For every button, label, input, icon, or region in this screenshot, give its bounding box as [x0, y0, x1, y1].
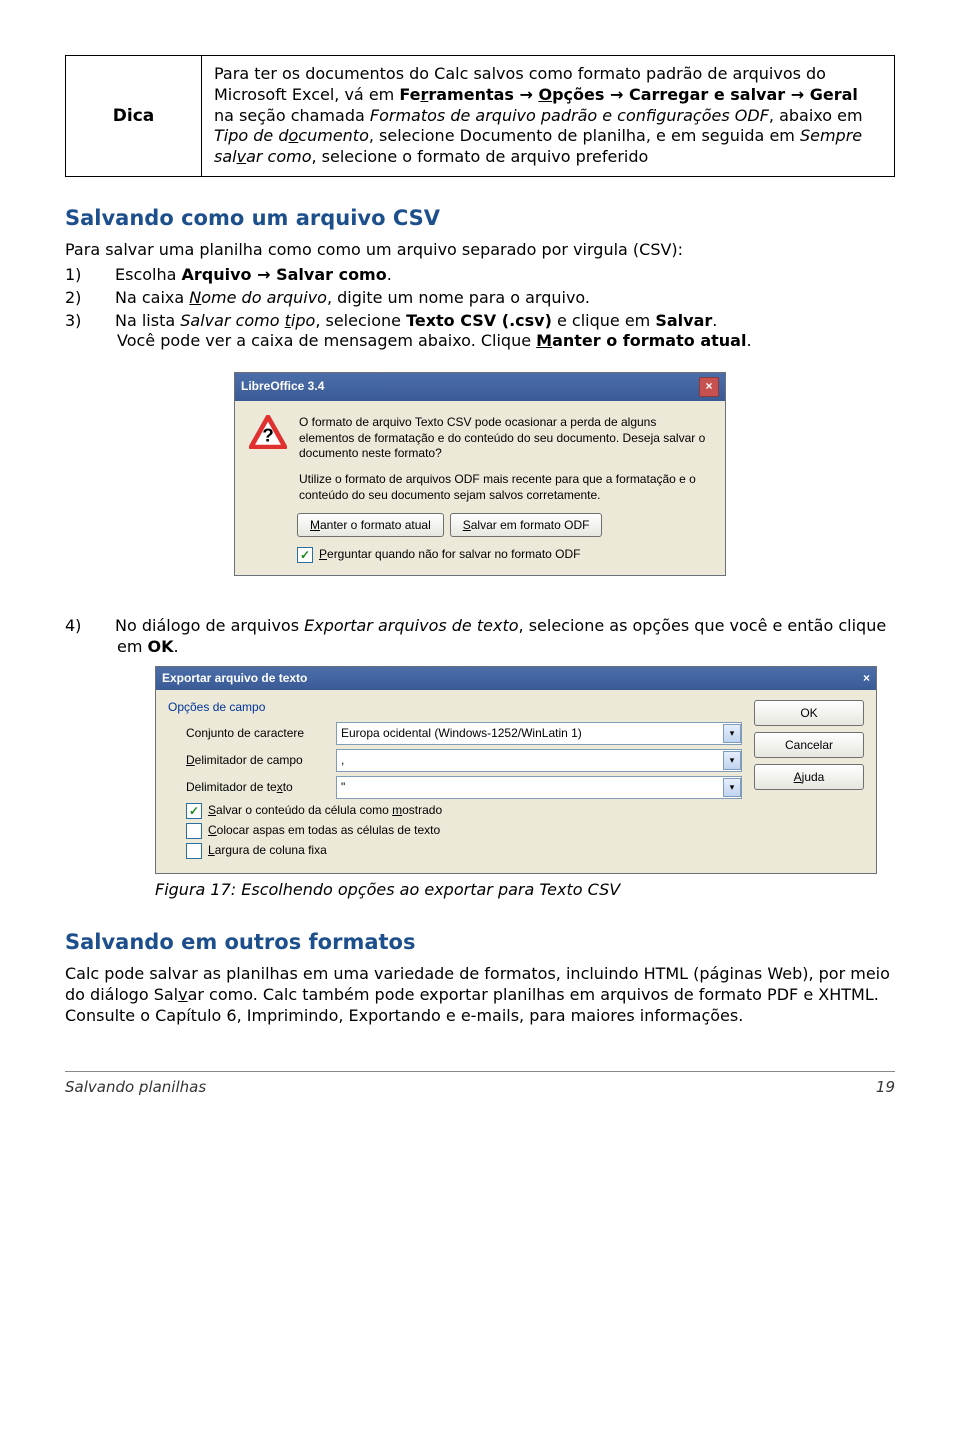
- chevron-down-icon[interactable]: ▾: [723, 724, 741, 743]
- cancel-button[interactable]: Cancelar: [754, 732, 864, 758]
- quote-all-checkbox[interactable]: [186, 823, 202, 839]
- close-icon[interactable]: ×: [863, 671, 870, 687]
- paragraph: Calc pode salvar as planilhas em uma var…: [65, 964, 895, 1026]
- keep-format-button[interactable]: Manter o formato atual: [297, 513, 444, 537]
- tip-label: Dica: [66, 56, 202, 176]
- step-2: 2)Na caixa Nome do arquivo, digite um no…: [91, 288, 895, 309]
- charset-dropdown[interactable]: Europa ocidental (Windows-1252/WinLatin …: [336, 722, 742, 745]
- paragraph: Para salvar uma planilha como como um ar…: [65, 240, 895, 261]
- field-delimiter-label: Delimitador de campo: [168, 753, 336, 769]
- dialog-title: LibreOffice 3.4: [241, 379, 324, 395]
- text: Ferramentas → Opções → Carregar e salvar…: [399, 85, 858, 104]
- step-4: 4)No diálogo de arquivos Exportar arquiv…: [91, 616, 895, 658]
- step-3: 3)Na lista Salvar como tipo, selecione T…: [91, 311, 895, 353]
- charset-label: Conjunto de caractere: [168, 726, 336, 742]
- close-icon[interactable]: ×: [699, 377, 719, 397]
- step-number: 2): [91, 288, 115, 309]
- svg-text:?: ?: [262, 426, 274, 447]
- step-number: 3): [91, 311, 115, 332]
- dialog-titlebar: LibreOffice 3.4 ×: [235, 373, 725, 401]
- footer-page-number: 19: [876, 1078, 895, 1098]
- step-number: 1): [91, 265, 115, 286]
- page-footer: Salvando planilhas 19: [65, 1071, 895, 1098]
- ok-button[interactable]: OK: [754, 700, 864, 726]
- checkbox-label: Perguntar quando não for salvar no forma…: [319, 547, 581, 563]
- help-button[interactable]: Ajuda: [754, 764, 864, 790]
- text: Formatos de arquivo padrão e configuraçõ…: [370, 106, 769, 125]
- save-as-shown-checkbox[interactable]: [186, 803, 202, 819]
- heading-csv: Salvando como um arquivo CSV: [65, 205, 895, 232]
- field-options-group: Opções de campo Conjunto de caractere Eu…: [168, 700, 742, 859]
- checkbox-label: Largura de coluna fixa: [208, 843, 327, 859]
- warning-icon: ?: [249, 415, 287, 449]
- dialog-format-warning: LibreOffice 3.4 × ? O formato de arquivo…: [234, 372, 726, 576]
- checkbox-label: Salvar o conteúdo da célula como mostrad…: [208, 803, 442, 819]
- heading-other-formats: Salvando em outros formatos: [65, 929, 895, 956]
- text: , abaixo em: [769, 106, 863, 125]
- field-delimiter-combobox[interactable]: ,▾: [336, 749, 742, 772]
- checkbox-label: Colocar aspas em todas as células de tex…: [208, 823, 440, 839]
- tip-content: Para ter os documentos do Calc salvos co…: [202, 56, 894, 176]
- tip-box: Dica Para ter os documentos do Calc salv…: [65, 55, 895, 177]
- save-odf-button[interactable]: Salvar em formato ODF: [450, 513, 603, 537]
- text: , selecione o formato de arquivo preferi…: [312, 147, 649, 166]
- dialog-titlebar: Exportar arquivo de texto ×: [156, 667, 876, 691]
- chevron-down-icon[interactable]: ▾: [723, 751, 741, 770]
- dialog-message-1: O formato de arquivo Texto CSV pode ocas…: [299, 415, 711, 462]
- text: na seção chamada: [214, 106, 370, 125]
- text-delimiter-combobox[interactable]: "▾: [336, 776, 742, 799]
- text: Tipo de documento: [214, 126, 369, 145]
- text-delimiter-label: Delimitador de texto: [168, 780, 336, 796]
- dialog-export-text: Exportar arquivo de texto × Opções de ca…: [155, 666, 877, 874]
- dialog-title: Exportar arquivo de texto: [162, 671, 307, 687]
- text: , selecione Documento de planilha, e em …: [369, 126, 800, 145]
- chevron-down-icon[interactable]: ▾: [723, 778, 741, 797]
- dialog-message-2: Utilize o formato de arquivos ODF mais r…: [299, 472, 711, 503]
- step-1: 1)Escolha Arquivo → Salvar como.: [91, 265, 895, 286]
- figure-caption: Figura 17: Escolhendo opções ao exportar…: [155, 880, 895, 901]
- fixed-width-checkbox[interactable]: [186, 843, 202, 859]
- footer-section: Salvando planilhas: [65, 1078, 206, 1098]
- group-legend: Opções de campo: [168, 700, 742, 716]
- ask-checkbox[interactable]: [297, 547, 313, 563]
- step-number: 4): [91, 616, 115, 637]
